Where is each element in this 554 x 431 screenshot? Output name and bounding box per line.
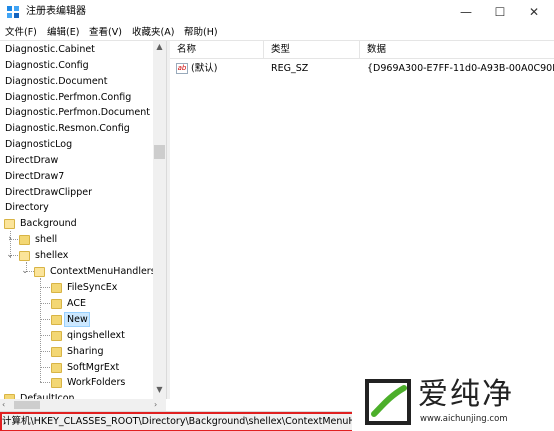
column-divider[interactable]	[263, 41, 264, 59]
scroll-right-arrow-icon[interactable]: ›	[154, 399, 157, 411]
folder-icon	[51, 283, 62, 293]
close-button[interactable]: ✕	[512, 0, 554, 24]
tree-item-workfolders[interactable]: WorkFolders	[0, 375, 160, 390]
tree-item-new-selected[interactable]: New	[0, 312, 160, 327]
column-header-type[interactable]: 类型	[271, 44, 290, 56]
scroll-thumb[interactable]	[154, 145, 165, 159]
maximize-icon: ☐	[494, 5, 506, 19]
column-header-data[interactable]: 数据	[367, 44, 386, 56]
path-highlight-box	[0, 412, 354, 431]
folder-icon	[51, 347, 62, 357]
tree-vertical-scrollbar[interactable]: ▲ ▼	[153, 41, 166, 399]
tree-item-contextmenuhandlers[interactable]: ⌄ ContextMenuHandlers	[0, 264, 160, 279]
tree-item-softmgrext[interactable]: SoftMgrExt	[0, 360, 160, 375]
watermark-url: www.aichunjing.com	[420, 414, 508, 424]
column-header-name[interactable]: 名称	[177, 44, 196, 56]
scroll-thumb[interactable]	[14, 401, 40, 409]
tree-horizontal-scrollbar[interactable]: ‹ ›	[0, 399, 166, 411]
value-type: REG_SZ	[271, 63, 309, 74]
tree-item-ace[interactable]: ACE	[0, 296, 160, 311]
tree-item-shell[interactable]: › shell	[0, 232, 160, 247]
menu-edit[interactable]: 编辑(E)	[47, 26, 79, 39]
values-list: 名称 类型 数据 ab (默认) REG_SZ {D969A300-E7FF-1…	[170, 41, 554, 399]
expand-chevron-icon[interactable]: ›	[5, 232, 15, 247]
tree-item-background[interactable]: Background	[0, 216, 160, 231]
menu-bar: 文件(F) 编辑(E) 查看(V) 收藏夹(A) 帮助(H)	[0, 24, 554, 41]
folder-open-icon	[4, 219, 15, 229]
watermark-brand: 爱纯净	[418, 377, 514, 412]
folder-icon	[51, 378, 62, 388]
value-name: (默认)	[191, 63, 218, 74]
brand-logo-icon	[365, 379, 411, 425]
value-row[interactable]: ab (默认) REG_SZ {D969A300-E7FF-11d0-A93B-…	[170, 61, 554, 77]
folder-icon	[19, 235, 30, 245]
close-icon: ✕	[528, 5, 540, 19]
tree-item-qingshellext[interactable]: qingshellext	[0, 328, 160, 343]
tree-item-defaulticon[interactable]: DefaultIcon	[0, 391, 160, 399]
tree-item-filesyncex[interactable]: FileSyncEx	[0, 280, 160, 295]
registry-tree: Diagnostic.Cabinet Diagnostic.Config Dia…	[0, 41, 166, 399]
watermark: 爱纯净 www.aichunjing.com	[352, 372, 554, 431]
menu-view[interactable]: 查看(V)	[89, 26, 122, 39]
scroll-left-arrow-icon[interactable]: ‹	[2, 399, 5, 411]
folder-icon	[51, 363, 62, 373]
minimize-icon: —	[460, 5, 472, 19]
column-divider[interactable]	[359, 41, 360, 59]
folder-icon	[51, 331, 62, 341]
value-data: {D969A300-E7FF-11d0-A93B-00A0C90F2	[367, 63, 554, 74]
menu-favorites[interactable]: 收藏夹(A)	[132, 26, 174, 39]
folder-icon	[51, 299, 62, 309]
menu-file[interactable]: 文件(F)	[5, 26, 37, 39]
folder-icon	[51, 315, 62, 325]
tree-item-sharing[interactable]: Sharing	[0, 344, 160, 359]
collapse-chevron-icon[interactable]: ⌄	[20, 264, 30, 279]
list-header: 名称 类型 数据	[170, 41, 554, 59]
folder-open-icon	[19, 251, 30, 261]
scroll-up-arrow-icon[interactable]: ▲	[153, 41, 166, 53]
scroll-down-arrow-icon[interactable]: ▼	[153, 384, 166, 396]
string-value-icon: ab	[176, 63, 188, 74]
window-title: 注册表编辑器	[26, 6, 86, 17]
title-bar: 注册表编辑器 — ☐ ✕	[0, 0, 554, 24]
tree-item-shellex[interactable]: ⌄ shellex	[0, 248, 160, 263]
collapse-chevron-icon[interactable]: ⌄	[5, 248, 15, 263]
registry-editor-icon	[7, 6, 19, 18]
menu-help[interactable]: 帮助(H)	[184, 26, 218, 39]
folder-open-icon	[34, 267, 45, 277]
